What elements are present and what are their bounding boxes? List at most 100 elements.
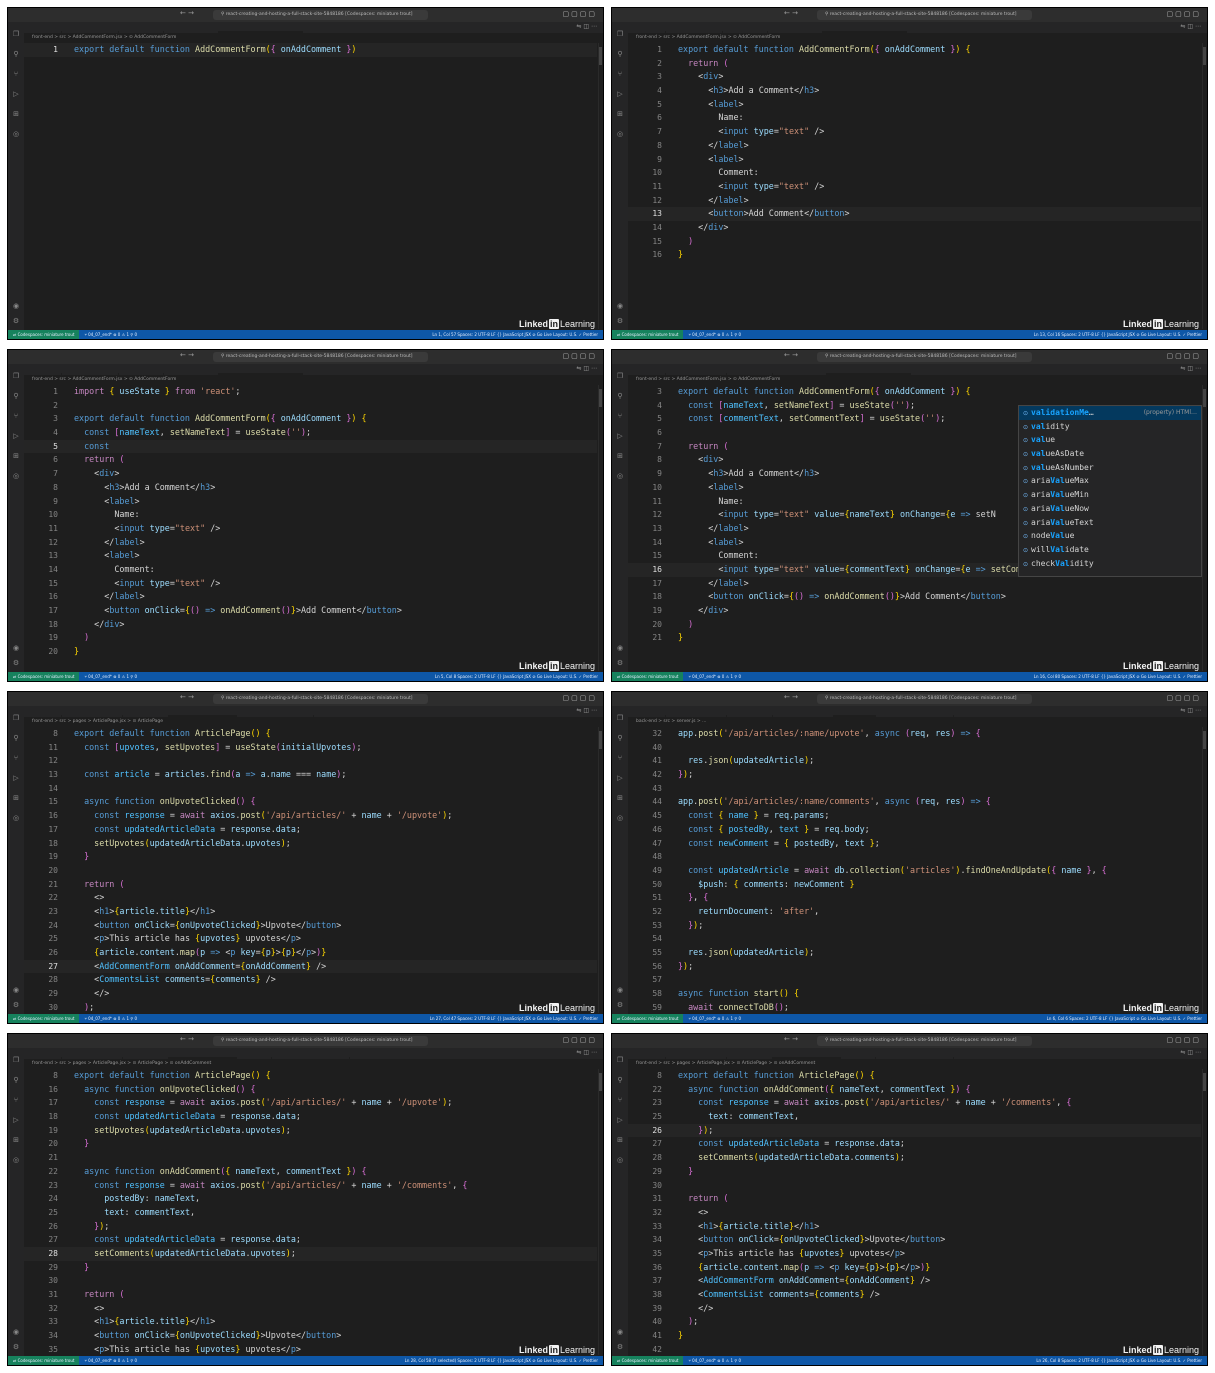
command-center-search[interactable]: ⚲ react-creating-and-hosting-a-full-stac… — [817, 352, 1032, 362]
explorer-icon[interactable]: ❐ — [616, 372, 624, 380]
suggestion-item[interactable]: ⊙ validity — [1019, 420, 1201, 434]
explorer-icon[interactable]: ❐ — [12, 372, 20, 380]
autocomplete-suggestions[interactable]: ⊙ validationMe… (property) HTMl… ⊙ validity ⊙… — [1018, 405, 1202, 577]
command-center-search[interactable]: ⚲ react-creating-and-hosting-a-full-stac… — [817, 694, 1032, 704]
extensions-icon[interactable]: ⊞ — [12, 452, 20, 460]
vertical-scrollbar[interactable] — [598, 43, 603, 329]
vertical-scrollbar[interactable] — [1202, 1069, 1207, 1355]
scrollbar-thumb[interactable] — [599, 47, 602, 65]
extensions-icon[interactable]: ⊞ — [12, 110, 20, 118]
source-control-icon[interactable]: ⑂ — [616, 1096, 624, 1104]
remote-indicator[interactable]: ⇌ Codespaces: miniature trout — [612, 672, 684, 681]
source-control-icon[interactable]: ⑂ — [12, 754, 20, 762]
vertical-scrollbar[interactable] — [598, 385, 603, 671]
command-center-search[interactable]: ⚲ react-creating-and-hosting-a-full-stac… — [817, 10, 1032, 20]
account-icon[interactable]: ◉ — [616, 302, 624, 310]
layout-toggle-icon[interactable]: ▢▢▢▢ — [563, 1036, 597, 1044]
run-debug-icon[interactable]: ▷ — [616, 774, 624, 782]
split-editor-icon[interactable]: ⇋ ◫ ⋯ — [1180, 707, 1201, 714]
source-control-icon[interactable]: ⑂ — [12, 412, 20, 420]
remote-icon[interactable]: ◎ — [12, 130, 20, 138]
layout-toggle-icon[interactable]: ▢▢▢▢ — [1167, 1036, 1201, 1044]
remote-icon[interactable]: ◎ — [12, 814, 20, 822]
vertical-scrollbar[interactable] — [1202, 43, 1207, 329]
run-debug-icon[interactable]: ▷ — [616, 432, 624, 440]
explorer-icon[interactable]: ❐ — [12, 30, 20, 38]
remote-indicator[interactable]: ⇌ Codespaces: miniature trout — [612, 330, 684, 339]
suggestion-item[interactable]: ⊙ valueAsDate — [1019, 447, 1201, 461]
command-center-search[interactable]: ⚲ react-creating-and-hosting-a-full-stac… — [213, 352, 428, 362]
suggestion-item[interactable]: ⊙ validationMe… (property) HTMl… — [1019, 406, 1201, 420]
layout-toggle-icon[interactable]: ▢▢▢▢ — [563, 694, 597, 702]
gear-icon[interactable]: ⚙ — [616, 1343, 624, 1351]
suggestion-item[interactable]: ⊙ ariaValueNow — [1019, 502, 1201, 516]
command-center-search[interactable]: ⚲ react-creating-and-hosting-a-full-stac… — [213, 1036, 428, 1046]
search-icon[interactable]: ⚲ — [616, 392, 624, 400]
remote-indicator[interactable]: ⇌ Codespaces: miniature trout — [8, 672, 80, 681]
split-editor-icon[interactable]: ⇋ ◫ ⋯ — [1180, 1049, 1201, 1056]
code-editor[interactable]: 8 export default function ArticlePage() {… — [24, 1069, 597, 1355]
split-editor-icon[interactable]: ⇋ ◫ ⋯ — [1180, 365, 1201, 372]
gear-icon[interactable]: ⚙ — [12, 317, 20, 325]
remote-icon[interactable]: ◎ — [616, 814, 624, 822]
account-icon[interactable]: ◉ — [616, 644, 624, 652]
suggestion-item[interactable]: ⊙ valueAsNumber — [1019, 461, 1201, 475]
code-editor[interactable]: 1 export default function AddCommentForm(… — [628, 43, 1201, 329]
vertical-scrollbar[interactable] — [1202, 727, 1207, 1013]
remote-icon[interactable]: ◎ — [12, 472, 20, 480]
gear-icon[interactable]: ⚙ — [616, 1001, 624, 1009]
run-debug-icon[interactable]: ▷ — [12, 432, 20, 440]
split-editor-icon[interactable]: ⇋ ◫ ⋯ — [576, 23, 597, 30]
extensions-icon[interactable]: ⊞ — [616, 794, 624, 802]
split-editor-icon[interactable]: ⇋ ◫ ⋯ — [1180, 23, 1201, 30]
scrollbar-thumb[interactable] — [599, 1073, 602, 1091]
scrollbar-thumb[interactable] — [599, 731, 602, 749]
gear-icon[interactable]: ⚙ — [12, 659, 20, 667]
command-center-search[interactable]: ⚲ react-creating-and-hosting-a-full-stac… — [213, 694, 428, 704]
explorer-icon[interactable]: ❐ — [616, 1056, 624, 1064]
layout-toggle-icon[interactable]: ▢▢▢▢ — [1167, 694, 1201, 702]
suggestion-item[interactable]: ⊙ nodeValue — [1019, 529, 1201, 543]
search-icon[interactable]: ⚲ — [616, 1076, 624, 1084]
back-forward-icon[interactable]: ← → — [784, 1035, 798, 1043]
remote-indicator[interactable]: ⇌ Codespaces: miniature trout — [612, 1014, 684, 1023]
search-icon[interactable]: ⚲ — [12, 50, 20, 58]
suggestion-item[interactable]: ⊙ ariaValueMax — [1019, 474, 1201, 488]
source-control-icon[interactable]: ⑂ — [616, 70, 624, 78]
suggestion-item[interactable]: ⊙ willValidate — [1019, 543, 1201, 557]
explorer-icon[interactable]: ❐ — [616, 714, 624, 722]
run-debug-icon[interactable]: ▷ — [616, 1116, 624, 1124]
source-control-icon[interactable]: ⑂ — [616, 754, 624, 762]
vertical-scrollbar[interactable] — [598, 1069, 603, 1355]
source-control-icon[interactable]: ⑂ — [12, 70, 20, 78]
gear-icon[interactable]: ⚙ — [12, 1001, 20, 1009]
remote-icon[interactable]: ◎ — [12, 1156, 20, 1164]
code-editor[interactable]: 8 export default function ArticlePage() {… — [628, 1069, 1201, 1355]
scrollbar-thumb[interactable] — [599, 389, 602, 407]
back-forward-icon[interactable]: ← → — [180, 1035, 194, 1043]
run-debug-icon[interactable]: ▷ — [616, 90, 624, 98]
account-icon[interactable]: ◉ — [12, 302, 20, 310]
remote-indicator[interactable]: ⇌ Codespaces: miniature trout — [8, 1014, 80, 1023]
back-forward-icon[interactable]: ← → — [784, 9, 798, 17]
extensions-icon[interactable]: ⊞ — [616, 452, 624, 460]
search-icon[interactable]: ⚲ — [616, 734, 624, 742]
back-forward-icon[interactable]: ← → — [784, 693, 798, 701]
scrollbar-thumb[interactable] — [1203, 1073, 1206, 1091]
code-editor[interactable]: 32 app.post('/api/articles/:name/upvote',… — [628, 727, 1201, 1013]
run-debug-icon[interactable]: ▷ — [12, 774, 20, 782]
gear-icon[interactable]: ⚙ — [12, 1343, 20, 1351]
search-icon[interactable]: ⚲ — [12, 734, 20, 742]
remote-icon[interactable]: ◎ — [616, 472, 624, 480]
command-center-search[interactable]: ⚲ react-creating-and-hosting-a-full-stac… — [817, 1036, 1032, 1046]
suggestion-item[interactable]: ⊙ ariaValueMin — [1019, 488, 1201, 502]
explorer-icon[interactable]: ❐ — [616, 30, 624, 38]
source-control-icon[interactable]: ⑂ — [12, 1096, 20, 1104]
layout-toggle-icon[interactable]: ▢▢▢▢ — [563, 10, 597, 18]
suggestion-item[interactable]: ⊙ checkValidity — [1019, 557, 1201, 571]
explorer-icon[interactable]: ❐ — [12, 714, 20, 722]
explorer-icon[interactable]: ❐ — [12, 1056, 20, 1064]
account-icon[interactable]: ◉ — [12, 644, 20, 652]
back-forward-icon[interactable]: ← → — [180, 693, 194, 701]
scrollbar-thumb[interactable] — [1203, 47, 1206, 65]
